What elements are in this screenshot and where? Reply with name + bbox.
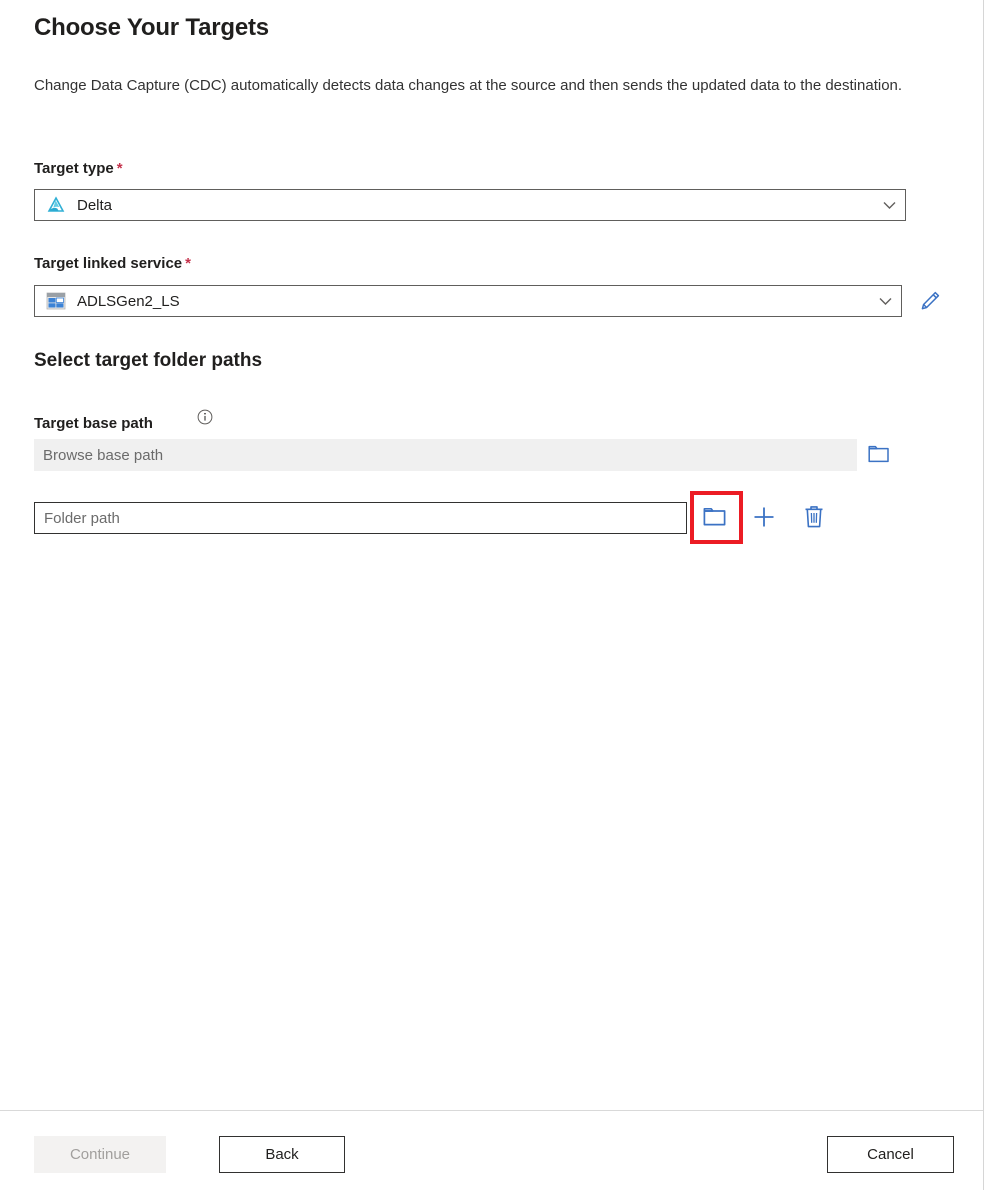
trash-delete-icon xyxy=(802,504,826,530)
target-linked-service-label: Target linked service* xyxy=(34,254,191,274)
chevron-down-icon[interactable] xyxy=(873,190,905,220)
folder-paths-heading: Select target folder paths xyxy=(34,348,262,374)
back-button[interactable]: Back xyxy=(219,1136,345,1173)
target-type-value: Delta xyxy=(77,197,873,214)
delta-lake-icon xyxy=(45,194,67,216)
target-linked-service-dropdown[interactable]: ADLSGen2_LS xyxy=(34,285,902,317)
target-type-dropdown[interactable]: Delta xyxy=(34,189,906,221)
adls-gen2-icon xyxy=(45,290,67,312)
target-base-path-input[interactable] xyxy=(34,439,857,471)
target-base-path-label: Target base path xyxy=(34,414,153,434)
info-icon[interactable] xyxy=(196,408,214,426)
delete-folder-path-button[interactable] xyxy=(798,501,830,533)
folder-browse-icon xyxy=(867,444,891,466)
page-description: Change Data Capture (CDC) automatically … xyxy=(34,73,918,98)
page-title: Choose Your Targets xyxy=(34,12,269,44)
pencil-edit-icon xyxy=(918,289,942,313)
chevron-down-icon[interactable] xyxy=(869,286,901,316)
target-linked-service-required-marker: * xyxy=(185,255,191,272)
target-type-required-marker: * xyxy=(117,160,123,177)
target-base-path-label-text: Target base path xyxy=(34,415,153,432)
browse-base-path-button[interactable] xyxy=(862,438,896,472)
add-folder-path-button[interactable] xyxy=(748,501,780,533)
target-linked-service-value: ADLSGen2_LS xyxy=(77,293,869,310)
targets-panel: Choose Your Targets Change Data Capture … xyxy=(0,0,983,1110)
target-type-label: Target type* xyxy=(34,159,123,179)
panel-right-border xyxy=(983,0,984,1190)
footer-actions: Continue Back Cancel xyxy=(0,1111,983,1190)
folder-browse-icon xyxy=(702,506,728,529)
browse-folder-path-button[interactable] xyxy=(700,503,730,531)
plus-add-icon xyxy=(751,504,777,530)
cancel-button[interactable]: Cancel xyxy=(827,1136,954,1173)
edit-linked-service-button[interactable] xyxy=(913,284,947,318)
target-type-label-text: Target type xyxy=(34,160,114,177)
folder-path-input[interactable] xyxy=(34,502,687,534)
target-linked-service-label-text: Target linked service xyxy=(34,255,182,272)
continue-button[interactable]: Continue xyxy=(34,1136,166,1173)
